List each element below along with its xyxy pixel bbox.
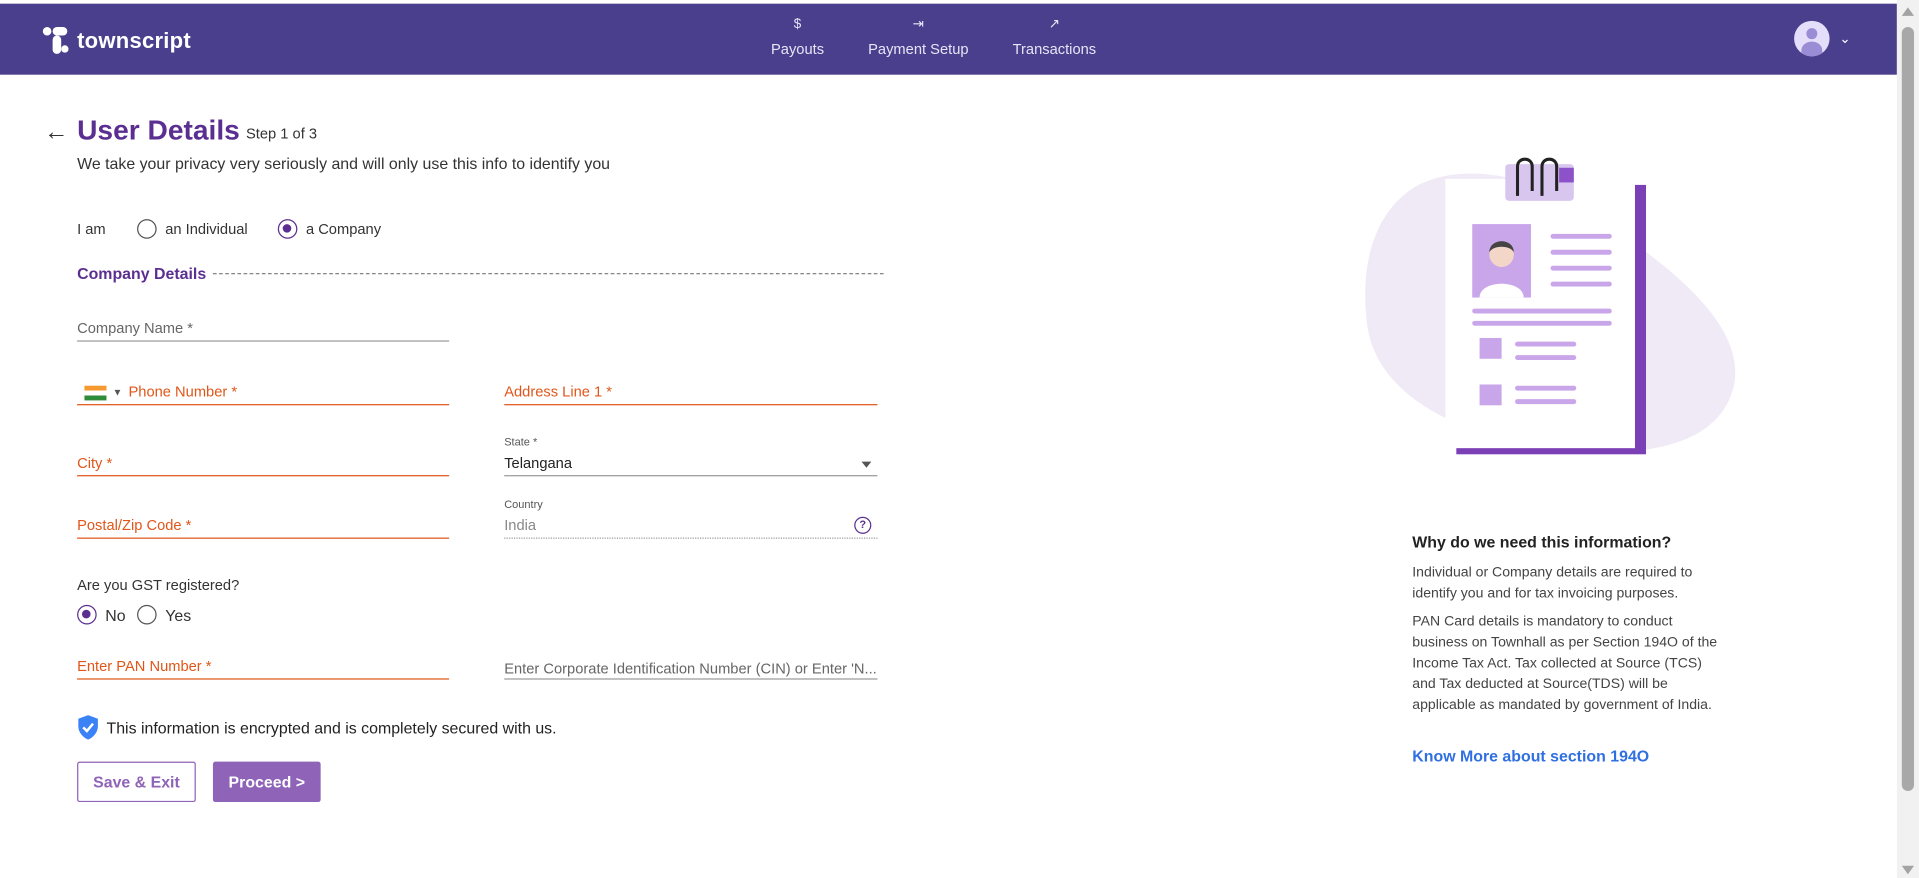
info-paragraph: PAN Card details is mandatory to conduct… <box>1412 614 1718 713</box>
postal-code-field[interactable]: Postal/Zip Code * <box>77 517 450 539</box>
company-name-placeholder: Company Name * <box>77 319 194 337</box>
country-code-dropdown-icon[interactable]: ▼ <box>113 387 123 398</box>
cin-field[interactable]: Enter Corporate Identification Number (C… <box>504 678 878 680</box>
radio-individual[interactable]: an Individual <box>137 219 248 239</box>
nav-item-transactions[interactable]: ↗ Transactions <box>1013 13 1097 57</box>
help-circle-icon[interactable]: ? <box>854 516 872 534</box>
radio-label: a Company <box>305 220 382 238</box>
id-card-illustration <box>1365 157 1736 455</box>
nav-menu: $ Payouts ⇥ Payment Setup ↗ Transactions <box>771 13 1096 57</box>
entity-type-label: I am <box>77 220 106 238</box>
city-placeholder: City * <box>77 454 113 472</box>
postal-code-placeholder: Postal/Zip Code * <box>77 516 192 534</box>
radio-label: an Individual <box>165 220 248 238</box>
radio-circle[interactable] <box>137 219 157 239</box>
section-title-company-details: Company Details <box>77 264 207 283</box>
info-title: Why do we need this information? <box>1412 532 1672 552</box>
phone-number-placeholder: Phone Number * <box>128 383 238 401</box>
pan-number-field[interactable]: Enter PAN Number * <box>77 658 450 680</box>
radio-gst-no[interactable]: No <box>77 604 126 625</box>
save-exit-button[interactable]: Save & Exit <box>77 761 196 803</box>
dollar-icon: $ <box>793 17 802 32</box>
page-subtitle: We take your privacy very seriously and … <box>77 154 611 173</box>
state-label: State * <box>504 435 538 449</box>
townscript-logo-icon <box>42 26 70 54</box>
line-chart-icon: ↗ <box>1048 17 1061 32</box>
phone-number-field[interactable]: ▼ Phone Number * <box>77 383 450 406</box>
radio-label: No <box>105 605 126 624</box>
section-divider <box>212 273 884 275</box>
india-flag-icon[interactable] <box>84 385 107 401</box>
nav-item-label: Payouts <box>770 40 825 58</box>
brand-logo[interactable]: townscript <box>42 26 191 54</box>
top-navbar: townscript $ Payouts ⇥ Payment Setup ↗ T… <box>0 3 1897 75</box>
cin-placeholder-text: Enter Corporate Identification Number (C… <box>504 660 877 678</box>
cin-placeholder-clip: Enter Corporate Identification Number (C… <box>504 658 877 679</box>
know-more-link[interactable]: Know More about section 194O <box>1412 747 1649 765</box>
state-value: Telangana <box>504 454 572 472</box>
gst-question: Are you GST registered? <box>77 576 240 594</box>
country-label: Country <box>504 498 543 511</box>
page-scrollbar[interactable] <box>1896 0 1919 878</box>
page-title: User Details <box>77 113 240 146</box>
radio-label: Yes <box>165 605 192 624</box>
state-select[interactable]: State * Telangana <box>504 436 878 477</box>
city-field[interactable]: City * <box>77 454 450 477</box>
shield-check-icon <box>78 715 98 740</box>
security-note-text: This information is encrypted and is com… <box>106 718 557 737</box>
chevron-down-icon: ⌄ <box>1839 31 1851 47</box>
country-field: Country India ? <box>504 498 878 539</box>
user-menu[interactable]: ⌄ <box>1794 20 1851 57</box>
avatar <box>1794 20 1830 57</box>
radio-circle[interactable] <box>77 604 97 625</box>
nav-item-payment-setup[interactable]: ⇥ Payment Setup <box>868 13 968 57</box>
scrollbar-thumb[interactable] <box>1901 26 1915 792</box>
back-arrow-icon[interactable]: ← <box>44 119 68 147</box>
security-note: This information is encrypted and is com… <box>77 715 557 740</box>
pan-number-placeholder: Enter PAN Number * <box>77 657 212 675</box>
radio-company[interactable]: a Company <box>277 219 382 239</box>
bank-transfer-icon: ⇥ <box>912 17 924 32</box>
step-indicator: Step 1 of 3 <box>245 124 318 143</box>
address-line1-placeholder: Address Line 1 * <box>504 383 612 401</box>
scroll-up-arrow-icon[interactable] <box>1901 7 1915 16</box>
nav-item-payouts[interactable]: $ Payouts <box>771 13 824 57</box>
radio-gst-yes[interactable]: Yes <box>137 604 192 625</box>
info-paragraph: Individual or Company details are requir… <box>1412 565 1693 602</box>
radio-circle[interactable] <box>277 219 298 239</box>
proceed-button[interactable]: Proceed > <box>212 761 321 803</box>
dropdown-arrow-icon[interactable] <box>861 461 872 468</box>
address-line1-field[interactable]: Address Line 1 * <box>504 383 878 406</box>
company-name-field[interactable]: Company Name * <box>77 320 450 342</box>
brand-name: townscript <box>77 27 191 53</box>
scroll-down-arrow-icon[interactable] <box>1901 865 1915 875</box>
nav-item-label: Transactions <box>1012 40 1097 58</box>
country-value: India <box>504 516 537 534</box>
radio-circle[interactable] <box>137 604 157 625</box>
nav-item-label: Payment Setup <box>868 40 969 58</box>
